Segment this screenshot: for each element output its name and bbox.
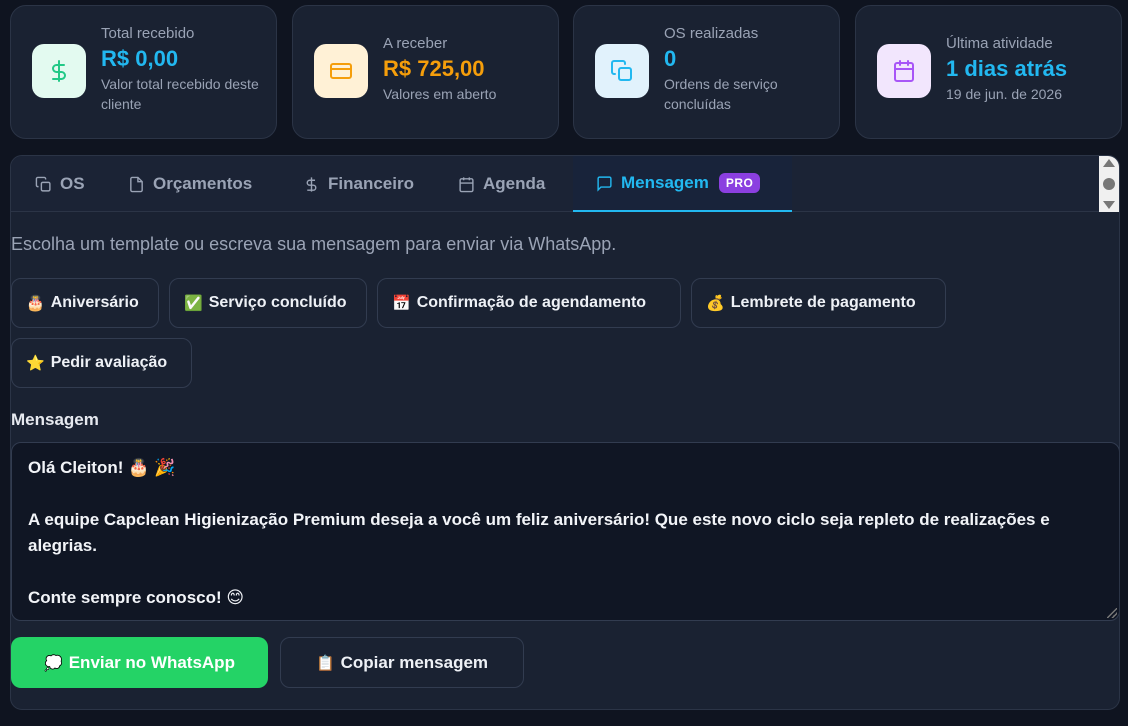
- stat-sub: 19 de jun. de 2026: [946, 86, 1062, 102]
- speech-bubble-icon: 💭: [44, 654, 63, 672]
- scroll-up-icon[interactable]: [1103, 159, 1115, 167]
- template-birthday-button[interactable]: 🎂 Aniversário: [11, 278, 159, 328]
- calendar-icon: [877, 44, 931, 98]
- stat-card-receivable: A receber R$ 725,00 Valores em aberto: [292, 5, 559, 139]
- tab-os[interactable]: OS: [35, 156, 85, 212]
- button-label: Copiar mensagem: [340, 652, 489, 672]
- tab-quotes[interactable]: Orçamentos: [128, 156, 252, 212]
- tab-bar: OS Orçamentos Financeiro Agenda Mensagem…: [11, 156, 1119, 212]
- stat-value: 0: [664, 46, 677, 71]
- template-label: Confirmação de agendamento: [416, 294, 647, 311]
- stat-label: Total recebido: [101, 25, 195, 42]
- template-label: Lembrete de pagamento: [730, 294, 916, 311]
- clipboard-icon: 📋: [315, 654, 335, 672]
- template-label: Serviço concluído: [208, 294, 347, 311]
- message-textarea[interactable]: Olá Cleiton! 🎂 🎉 A equipe Capclean Higie…: [11, 442, 1119, 621]
- stat-value: 1 dias atrás: [946, 56, 1068, 81]
- scroll-thumb[interactable]: [1103, 178, 1115, 190]
- tab-label: Mensagem: [621, 173, 709, 192]
- button-label: Enviar no WhatsApp: [68, 652, 235, 672]
- tab-label: OS: [60, 174, 85, 193]
- message-line: [28, 481, 1103, 507]
- message-label: Mensagem: [11, 410, 99, 429]
- message-line: Olá Cleiton! 🎂 🎉: [28, 458, 176, 477]
- stat-value: R$ 725,00: [383, 56, 485, 81]
- tab-label: Financeiro: [328, 174, 414, 193]
- dollar-icon: [32, 44, 86, 98]
- tab-schedule[interactable]: Agenda: [458, 156, 545, 212]
- credit-card-icon: [314, 44, 368, 98]
- template-booking-confirmation-button[interactable]: 📅 Confirmação de agendamento: [377, 278, 681, 328]
- stat-sub: Valor total recebido deste cliente: [101, 76, 259, 112]
- calendar-icon: [459, 176, 474, 192]
- resize-handle-icon[interactable]: [1107, 608, 1117, 618]
- tab-label: Orçamentos: [153, 174, 253, 193]
- stat-sub: Ordens de serviço concluídas: [664, 76, 778, 112]
- template-label: Pedir avaliação: [50, 354, 168, 371]
- message-line: Conte sempre conosco! 😊: [28, 588, 245, 607]
- template-payment-reminder-button[interactable]: 💰 Lembrete de pagamento: [691, 278, 946, 328]
- message-icon: [597, 175, 612, 192]
- stat-label: OS realizadas: [664, 25, 759, 42]
- template-hint: Escolha um template ou escreva sua mensa…: [11, 234, 617, 254]
- stat-card-orders-done: OS realizadas 0 Ordens de serviço conclu…: [573, 5, 840, 139]
- tab-scrollbar[interactable]: [1099, 156, 1119, 212]
- template-label: Aniversário: [50, 294, 139, 311]
- star-icon: ⭐: [26, 355, 45, 372]
- tab-label: Agenda: [483, 174, 546, 193]
- stat-card-last-activity: Última atividade 1 dias atrás 19 de jun.…: [855, 5, 1122, 139]
- tab-financial[interactable]: Financeiro: [303, 156, 414, 212]
- file-icon: [130, 176, 143, 192]
- template-service-done-button[interactable]: ✅ Serviço concluído: [169, 278, 367, 328]
- copy-message-button[interactable]: 📋 Copiar mensagem: [280, 637, 524, 688]
- stat-sub: Valores em aberto: [383, 86, 497, 102]
- send-whatsapp-button[interactable]: 💭 Enviar no WhatsApp: [11, 637, 268, 688]
- money-bag-icon: 💰: [706, 295, 725, 312]
- pro-badge: PRO: [718, 173, 761, 193]
- message-line: A equipe Capclean Higienização Premium d…: [28, 510, 1050, 555]
- copy-icon: [35, 176, 51, 192]
- stat-value: R$ 0,00: [101, 46, 179, 71]
- dollar-icon: [306, 176, 317, 192]
- stats-row: Total recebido R$ 0,00 Valor total receb…: [10, 5, 1122, 139]
- copy-icon: [595, 44, 649, 98]
- cake-icon: 🎂: [26, 295, 45, 312]
- check-icon: ✅: [184, 295, 203, 312]
- stat-card-total-received: Total recebido R$ 0,00 Valor total receb…: [10, 5, 277, 139]
- stat-label: Última atividade: [946, 35, 1053, 52]
- scroll-down-icon[interactable]: [1103, 201, 1115, 209]
- calendar-icon: 📅: [392, 295, 411, 312]
- tab-message[interactable]: Mensagem PRO: [573, 156, 792, 212]
- stat-label: A receber: [383, 35, 448, 52]
- message-line: [28, 559, 1103, 585]
- template-review-request-button[interactable]: ⭐ Pedir avaliação: [11, 338, 192, 388]
- client-detail-panel: OS Orçamentos Financeiro Agenda Mensagem…: [10, 155, 1120, 710]
